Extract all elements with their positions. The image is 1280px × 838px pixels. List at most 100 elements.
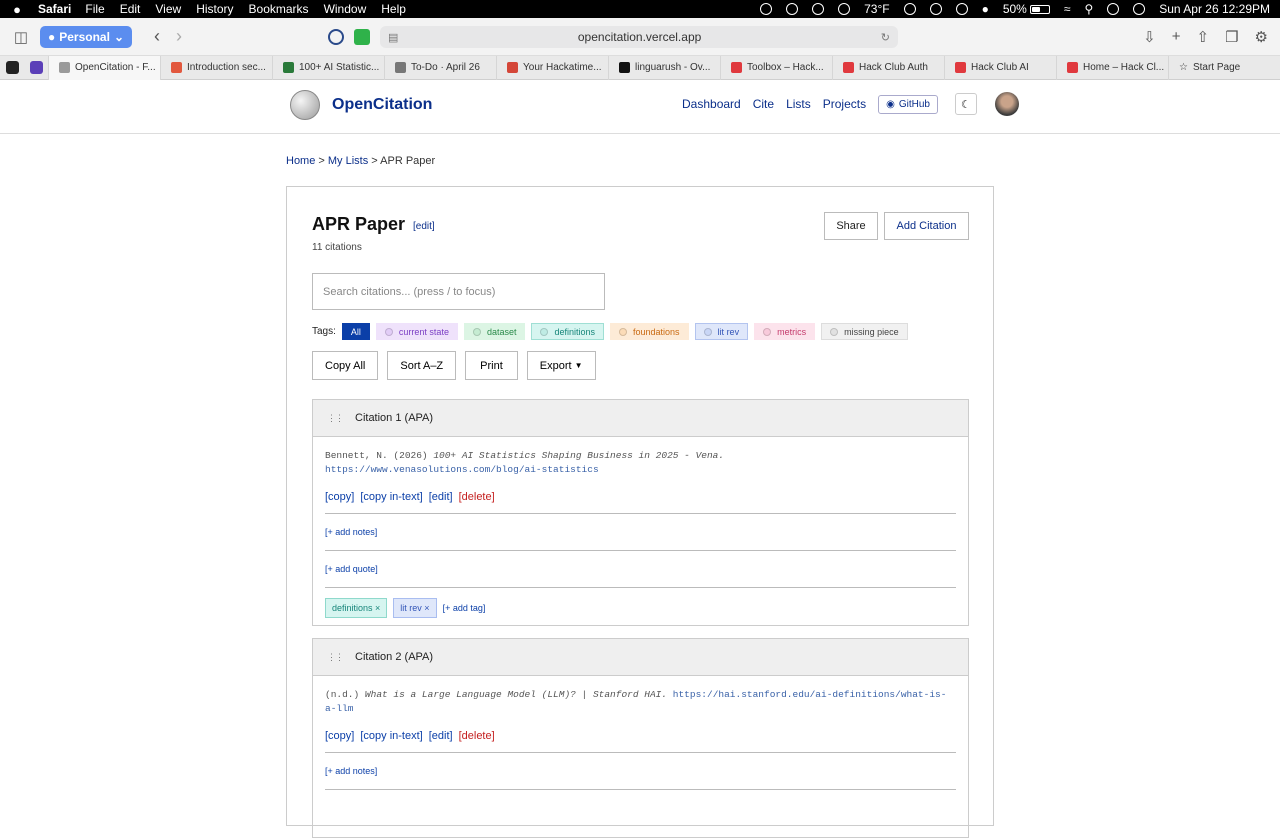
add-notes-link[interactable]: [+ add notes] bbox=[325, 514, 956, 550]
print-button[interactable]: Print bbox=[465, 351, 518, 380]
downloads-icon[interactable]: ⇩ bbox=[1143, 28, 1156, 46]
tag-filter-definitions[interactable]: definitions bbox=[531, 323, 605, 340]
pinned-tab[interactable] bbox=[0, 56, 24, 80]
apple-icon[interactable]: ● bbox=[10, 2, 24, 17]
add-tag-link[interactable]: [+ add tag] bbox=[443, 603, 486, 613]
nav-projects[interactable]: Projects bbox=[823, 97, 866, 111]
share-button[interactable]: Share bbox=[824, 212, 878, 240]
tab-item[interactable]: Your Hackatime... bbox=[496, 55, 608, 80]
search-icon[interactable]: ⚲ bbox=[1084, 2, 1093, 16]
pinned-tab[interactable] bbox=[24, 56, 48, 80]
nav-cite[interactable]: Cite bbox=[753, 97, 774, 111]
menu-file[interactable]: File bbox=[85, 2, 104, 16]
add-notes-link[interactable]: [+ add notes] bbox=[325, 753, 956, 789]
copy-all-button[interactable]: Copy All bbox=[312, 351, 379, 380]
citation-tag-definitions[interactable]: definitions × bbox=[325, 598, 388, 618]
status-app-icon[interactable] bbox=[903, 3, 916, 15]
tag-filter-metrics[interactable]: metrics bbox=[754, 323, 816, 340]
citation-tag-lit-rev[interactable]: lit rev × bbox=[393, 598, 437, 618]
breadcrumb-home[interactable]: Home bbox=[286, 155, 315, 167]
menu-view[interactable]: View bbox=[155, 2, 181, 16]
menu-edit[interactable]: Edit bbox=[120, 2, 141, 16]
tab-opencitation[interactable]: OpenCitation - F... bbox=[48, 55, 160, 80]
site-nav: Dashboard Cite Lists Projects ◉ GitHub ☾ bbox=[682, 92, 1019, 116]
delete-link[interactable]: [delete] bbox=[459, 730, 495, 742]
tag-filter-dataset[interactable]: dataset bbox=[463, 323, 526, 340]
battery-fill bbox=[1031, 6, 1040, 12]
delete-link[interactable]: [delete] bbox=[459, 491, 495, 503]
notes-extension-icon[interactable] bbox=[354, 29, 370, 45]
tab-item[interactable]: Home – Hack Cl... bbox=[1056, 55, 1168, 80]
menu-window[interactable]: Window bbox=[324, 2, 367, 16]
citation-url[interactable]: https://www.venasolutions.com/blog/ai-st… bbox=[325, 464, 599, 475]
tab-item[interactable]: Hack Club AI bbox=[944, 55, 1056, 80]
export-dropdown-button[interactable]: Export ▼ bbox=[526, 351, 596, 380]
site-header: OpenCitation Dashboard Cite Lists Projec… bbox=[0, 80, 1280, 134]
breadcrumb-my-lists[interactable]: My Lists bbox=[328, 155, 368, 167]
tag-filter-current-state[interactable]: current state bbox=[375, 323, 458, 340]
menu-bookmarks[interactable]: Bookmarks bbox=[249, 2, 309, 16]
menu-app-name[interactable]: Safari bbox=[38, 2, 71, 16]
tag-filter-missing-piece[interactable]: missing piece bbox=[821, 323, 908, 340]
avatar[interactable] bbox=[994, 92, 1019, 116]
battery-indicator[interactable]: 50% bbox=[1003, 2, 1050, 16]
copy-in-text-link[interactable]: [copy in-text] bbox=[360, 491, 422, 503]
siri-icon[interactable] bbox=[1133, 3, 1146, 15]
reload-icon[interactable]: ↻ bbox=[881, 31, 890, 44]
menu-help[interactable]: Help bbox=[381, 2, 406, 16]
menubar-clock[interactable]: Sun Apr 26 12:29PM bbox=[1159, 2, 1270, 16]
edit-link[interactable]: [edit] bbox=[429, 491, 453, 503]
tab-favicon bbox=[843, 62, 854, 73]
status-app-icon[interactable] bbox=[838, 3, 851, 15]
extensions-gear-icon[interactable]: ⚙ bbox=[1255, 28, 1268, 46]
weather-readout[interactable]: 73°F bbox=[864, 2, 889, 16]
wifi-icon[interactable]: ≈ bbox=[1064, 2, 1071, 16]
status-app-icon[interactable] bbox=[760, 3, 773, 15]
user-icon[interactable]: ● bbox=[982, 2, 989, 16]
drag-handle-icon[interactable]: ⋮⋮ bbox=[327, 413, 344, 424]
tab-overview-icon[interactable]: ❐ bbox=[1225, 28, 1238, 46]
tab-item[interactable]: Hack Club Auth bbox=[832, 55, 944, 80]
brand[interactable]: OpenCitation bbox=[290, 90, 432, 120]
tab-item[interactable]: 100+ AI Statistic... bbox=[272, 55, 384, 80]
copy-link[interactable]: [copy] bbox=[325, 491, 354, 503]
dark-mode-toggle[interactable]: ☾ bbox=[954, 93, 977, 115]
add-citation-button[interactable]: Add Citation bbox=[884, 212, 969, 240]
menu-history[interactable]: History bbox=[196, 2, 233, 16]
tag-filter-lit-rev[interactable]: lit rev bbox=[694, 323, 749, 340]
add-quote-link[interactable]: [+ add quote] bbox=[325, 551, 956, 587]
back-button[interactable]: ‹ bbox=[146, 26, 168, 47]
page-settings-icon[interactable]: ▤ bbox=[388, 31, 398, 44]
tab-item[interactable]: ☆ Start Page bbox=[1168, 55, 1268, 80]
tab-item[interactable]: Toolbox – Hack... bbox=[720, 55, 832, 80]
control-center-icon[interactable] bbox=[1107, 3, 1120, 15]
search-input[interactable] bbox=[312, 273, 605, 310]
toolbar-right-actions: ⇩ + ⇧ ❐ ⚙ bbox=[1143, 28, 1268, 46]
drag-handle-icon[interactable]: ⋮⋮ bbox=[327, 652, 344, 663]
tab-item[interactable]: Introduction sec... bbox=[160, 55, 272, 80]
nav-dashboard[interactable]: Dashboard bbox=[682, 97, 741, 111]
github-button[interactable]: ◉ GitHub bbox=[878, 94, 938, 114]
status-app-icon[interactable] bbox=[786, 3, 799, 15]
address-bar[interactable]: ▤ opencitation.vercel.app ↻ bbox=[380, 26, 898, 48]
edit-title-link[interactable]: [edit] bbox=[413, 221, 435, 232]
tag-filter-foundations[interactable]: foundations bbox=[610, 323, 689, 340]
tab-title: 100+ AI Statistic... bbox=[299, 62, 380, 73]
edit-link[interactable]: [edit] bbox=[429, 730, 453, 742]
tag-filter-all[interactable]: All bbox=[341, 323, 370, 340]
new-tab-icon[interactable]: + bbox=[1172, 28, 1181, 46]
copy-link[interactable]: [copy] bbox=[325, 730, 354, 742]
share-icon[interactable]: ⇧ bbox=[1197, 28, 1210, 46]
tab-item[interactable]: linguarush - Ov... bbox=[608, 55, 720, 80]
play-icon[interactable] bbox=[929, 3, 942, 15]
sidebar-toggle-icon[interactable]: ◫ bbox=[12, 28, 30, 46]
copy-in-text-link[interactable]: [copy in-text] bbox=[360, 730, 422, 742]
password-extension-icon[interactable] bbox=[328, 29, 344, 45]
status-app-icon[interactable] bbox=[812, 3, 825, 15]
forward-button[interactable]: › bbox=[168, 26, 190, 47]
profile-button[interactable]: ● Personal ⌄ bbox=[40, 25, 133, 48]
clock-icon[interactable] bbox=[955, 3, 968, 15]
nav-lists[interactable]: Lists bbox=[786, 97, 811, 111]
tab-item[interactable]: To-Do · April 26 bbox=[384, 55, 496, 80]
sort-az-button[interactable]: Sort A–Z bbox=[387, 351, 457, 380]
